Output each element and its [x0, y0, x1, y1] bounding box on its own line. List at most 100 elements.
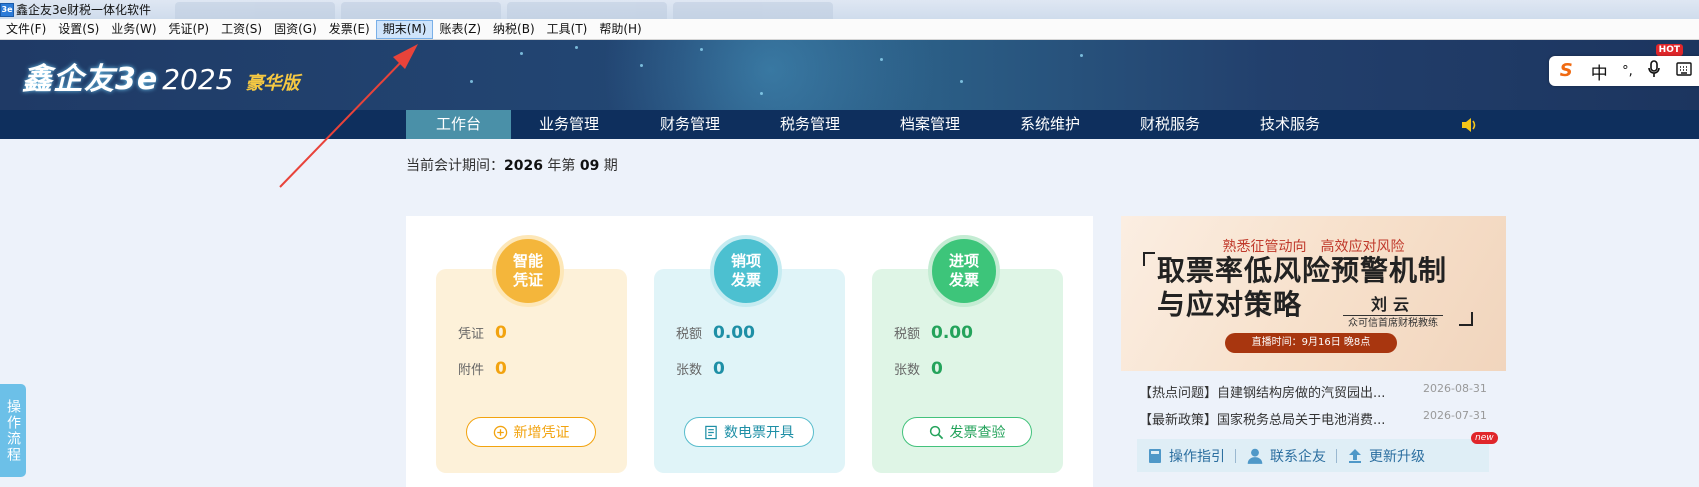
contact-link[interactable]: 联系企友	[1236, 446, 1336, 466]
menu-bar: 文件(F) 设置(S) 业务(W) 凭证(P) 工资(S) 固资(G) 发票(E) 期末(M)…	[0, 19, 1699, 40]
background-tab	[341, 2, 501, 19]
background-tab	[507, 2, 667, 19]
sogou-logo-icon[interactable]: S	[1556, 61, 1577, 81]
banner-dot	[470, 80, 473, 83]
attachment-count: 0	[495, 359, 507, 379]
workbench-panel: 智能凭证 凭证 0 附件 0 新增凭证 销项发票 税额 0.00 张数 0 数电票开具 …	[406, 216, 1093, 487]
logo-name: 鑫企友3e	[22, 62, 159, 97]
card-badge: 智能凭证	[492, 235, 564, 307]
voucher-count: 0	[495, 323, 507, 343]
update-upgrade-link[interactable]: 更新升级	[1337, 446, 1435, 466]
nav-item[interactable]: 技术服务	[1232, 110, 1348, 139]
document-icon	[705, 425, 717, 439]
logo-edition: 豪华版	[245, 73, 300, 94]
banner-dot	[1080, 54, 1083, 57]
banner-dot	[640, 64, 643, 67]
hot-badge: HOT	[1655, 44, 1683, 56]
card-badge-label: 销项发票	[730, 252, 761, 289]
menu-item[interactable]: 工具(T)	[541, 20, 594, 39]
window-title: 鑫企友3e财税一体化软件	[16, 3, 152, 17]
title-bar: 3e 鑫企友3e财税一体化软件	[0, 0, 1699, 19]
promo-bracket-right	[1459, 312, 1473, 326]
card-row-label: 张数	[894, 363, 921, 378]
purchase-invoice-card: 进项发票 税额 0.00 张数 0 发票查验	[872, 235, 1063, 473]
purchase-tax-amount: 0.00	[931, 323, 973, 343]
menu-item[interactable]: 帮助(H)	[593, 20, 647, 39]
menu-item[interactable]: 文件(F)	[0, 20, 52, 39]
invoice-verify-button[interactable]: 发票查验	[902, 417, 1032, 447]
product-logo: 鑫企友3e 2025 豪华版	[22, 54, 300, 98]
card-row-label: 张数	[676, 363, 703, 378]
card-row-label: 税额	[894, 327, 921, 342]
card-badge: 销项发票	[710, 235, 782, 307]
news-title[interactable]: 【最新政策】国家税务总局关于电池消费...	[1139, 409, 1385, 428]
banner-dot	[880, 58, 883, 61]
new-badge: new	[1471, 432, 1498, 444]
menu-item[interactable]: 固资(G)	[268, 20, 323, 39]
new-voucher-button[interactable]: 新增凭证	[466, 417, 596, 447]
ime-language-toggle[interactable]: 中	[1591, 59, 1608, 84]
ime-punctuation-toggle[interactable]: °,	[1622, 64, 1633, 79]
news-date: 2026-08-31	[1423, 382, 1487, 395]
nav-item[interactable]: 财税服务	[1112, 110, 1228, 139]
background-tabs	[175, 2, 833, 19]
card-row-label: 税额	[676, 327, 703, 342]
nav-item[interactable]: 工作台	[406, 110, 511, 139]
menu-item[interactable]: 凭证(P)	[163, 20, 216, 39]
menu-item[interactable]: 账表(Z)	[433, 20, 487, 39]
menu-item[interactable]: 业务(W)	[105, 20, 162, 39]
promo-title-line1: 取票率低风险预警机制	[1157, 254, 1448, 287]
nav-item[interactable]: 系统维护	[992, 110, 1108, 139]
search-icon	[929, 425, 943, 439]
period-label: 当前会计期间：	[406, 158, 504, 174]
plus-circle-icon	[493, 425, 507, 439]
banner-dot	[960, 80, 963, 83]
operation-guide-link[interactable]: 操作指引	[1137, 446, 1235, 466]
issue-e-invoice-button[interactable]: 数电票开具	[684, 417, 814, 447]
keyboard-icon[interactable]	[1676, 61, 1692, 82]
update-upgrade-label: 更新升级	[1369, 448, 1425, 465]
period-number: 09	[579, 158, 600, 174]
menu-item[interactable]: 发票(E)	[323, 20, 376, 39]
invoice-verify-label: 发票查验	[949, 425, 1006, 441]
quick-links-bar: 操作指引 联系企友 更新升级	[1137, 439, 1489, 472]
sales-invoice-card: 销项发票 税额 0.00 张数 0 数电票开具	[654, 235, 845, 473]
banner-dot	[700, 48, 703, 51]
issue-e-invoice-label: 数电票开具	[724, 425, 794, 441]
card-badge: 进项发票	[928, 235, 1000, 307]
banner-glow	[560, 40, 980, 110]
period-year: 2026	[504, 158, 543, 174]
menu-item[interactable]: 设置(S)	[52, 20, 105, 39]
new-voucher-label: 新增凭证	[513, 425, 570, 441]
speaker-icon[interactable]	[1460, 117, 1478, 137]
smart-voucher-card: 智能凭证 凭证 0 附件 0 新增凭证	[436, 235, 627, 473]
nav-item[interactable]: 档案管理	[872, 110, 988, 139]
promo-speaker-role: 众可信首席财税教练	[1348, 318, 1438, 329]
sales-invoice-count: 0	[713, 359, 725, 379]
microphone-icon[interactable]	[1647, 59, 1661, 83]
menu-item[interactable]: 工资(S)	[215, 20, 268, 39]
card-badge-label: 进项发票	[948, 252, 979, 289]
upload-icon	[1349, 448, 1361, 463]
nav-item[interactable]: 税务管理	[752, 110, 868, 139]
menu-item[interactable]: 期末(M)	[375, 19, 434, 39]
promo-broadcast-time: 直播时间：9月16日 晚8点	[1225, 333, 1397, 353]
nav-item[interactable]: 业务管理	[511, 110, 627, 139]
news-title[interactable]: 【热点问题】自建钢结构房做的汽贸园出...	[1139, 382, 1385, 401]
webinar-promo-banner[interactable]: 熟悉征管动向 高效应对风险 取票率低风险预警机制 与应对策略 刘云 众可信首席财…	[1121, 216, 1506, 371]
menu-item[interactable]: 纳税(B)	[487, 20, 541, 39]
banner-dot	[760, 92, 763, 95]
app-icon: 3e	[0, 2, 14, 17]
banner-dot	[520, 52, 523, 55]
logo-year: 2025	[162, 63, 234, 96]
header-banner: 鑫企友3e 2025 豪华版	[0, 40, 1699, 110]
sales-tax-amount: 0.00	[713, 323, 755, 343]
operation-flow-tab[interactable]: 操作流程	[0, 384, 26, 477]
ime-toolbar[interactable]: S 中 °,	[1549, 56, 1699, 86]
card-badge-label: 智能凭证	[512, 252, 543, 289]
background-tab	[175, 2, 335, 19]
banner-dot	[575, 46, 578, 49]
background-tab	[673, 2, 833, 19]
operation-guide-label: 操作指引	[1169, 448, 1225, 465]
nav-item[interactable]: 财务管理	[632, 110, 748, 139]
